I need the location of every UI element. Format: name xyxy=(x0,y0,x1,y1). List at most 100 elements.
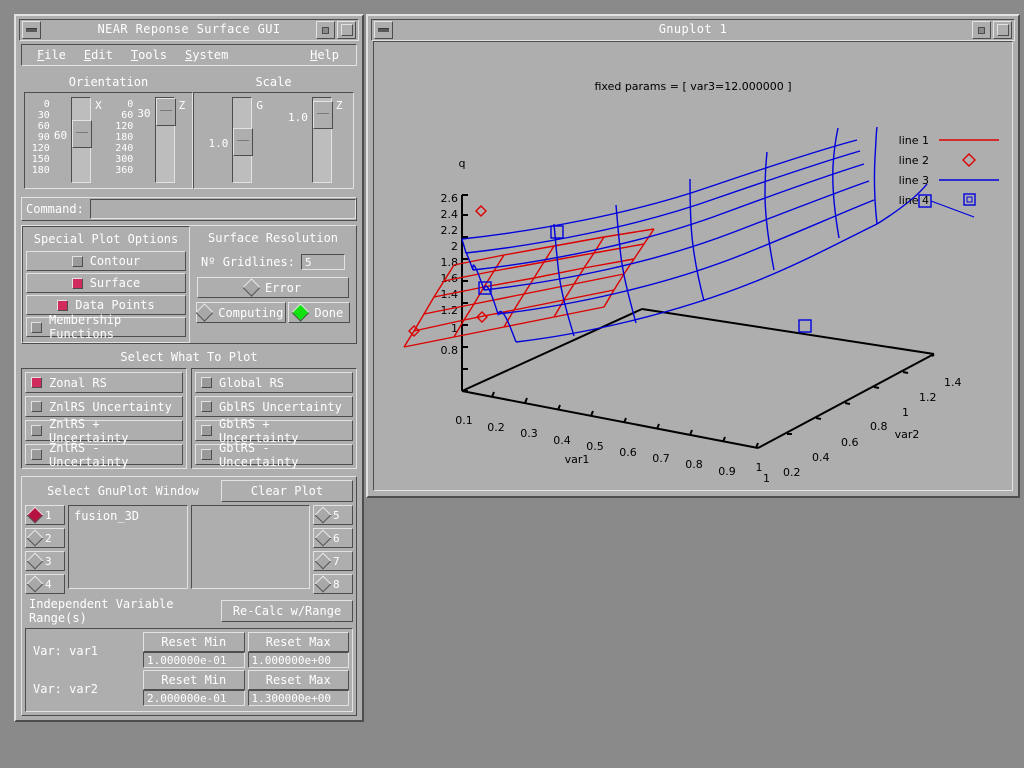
gnuplot-window-list-left[interactable]: fusion_3D xyxy=(68,505,188,589)
scale-z-thumb[interactable] xyxy=(312,101,333,129)
gui-title-bar[interactable]: NEAR Reponse Surface GUI xyxy=(19,19,359,41)
scale-g-track[interactable] xyxy=(232,97,254,183)
gnuplot-window-radio-2[interactable]: 2 xyxy=(25,528,65,548)
command-input[interactable] xyxy=(89,199,356,219)
orientation-z-thumb[interactable] xyxy=(155,98,176,126)
radio-diamond-icon[interactable] xyxy=(314,529,332,547)
orientation-z-track[interactable] xyxy=(154,97,176,183)
radio-diamond-icon[interactable] xyxy=(26,529,44,547)
checkbox-icon[interactable] xyxy=(71,255,83,267)
gnuplot-window-radio-8-label: 8 xyxy=(333,577,340,591)
orientation-z-slider[interactable]: 0 60 120 180 240 300 360 30 Z xyxy=(108,93,191,188)
blue-data-point-markers xyxy=(478,194,932,333)
status-computing[interactable]: Computing xyxy=(195,302,286,323)
var2-max-input[interactable]: 1.300000e+00 xyxy=(247,690,349,706)
menu-edit[interactable]: Edit xyxy=(75,46,122,64)
var2-reset-max-button[interactable]: Reset Max xyxy=(247,670,349,690)
orientation-x-value: 60 xyxy=(53,129,68,142)
checkbox-icon[interactable] xyxy=(57,299,69,311)
option-membership-functions[interactable]: Membership Functions xyxy=(26,313,186,341)
plot-znlrs-uncertainty[interactable]: ZnlRS Uncertainty xyxy=(25,396,183,417)
checkbox-icon[interactable] xyxy=(31,401,42,412)
maximize-icon[interactable] xyxy=(337,21,356,39)
option-data-points-label: Data Points xyxy=(75,298,155,312)
gnuplot-plot-canvas[interactable]: fixed params = [ var3=12.000000 ] 0.8 1 … xyxy=(373,41,1013,491)
radio-diamond-icon[interactable] xyxy=(26,506,44,524)
checkbox-icon[interactable] xyxy=(31,321,42,333)
status-done[interactable]: Done xyxy=(287,302,350,323)
gnuplot-window-radio-4[interactable]: 4 xyxy=(25,574,65,594)
scale-z-axis-label: Z xyxy=(335,99,343,112)
maximize-icon[interactable] xyxy=(993,21,1012,39)
checkbox-icon[interactable] xyxy=(201,401,212,412)
menu-help[interactable]: Help xyxy=(301,46,348,64)
var1-max-input[interactable]: 1.000000e+00 xyxy=(247,652,349,668)
radio-diamond-icon[interactable] xyxy=(314,575,332,593)
var1-reset-max-button[interactable]: Reset Max xyxy=(247,632,349,652)
plot-znlrs-plus-uncertainty[interactable]: ZnlRS + Uncertainty xyxy=(25,417,183,445)
range-variable-names: Var: var1 Var: var2 xyxy=(29,632,143,708)
scale-g-slider[interactable]: 1.0 G xyxy=(194,93,274,188)
checkbox-icon[interactable] xyxy=(201,425,212,436)
var2-reset-min-button[interactable]: Reset Min xyxy=(143,670,245,690)
legend-swatch-line-4-inner xyxy=(966,196,973,203)
checkbox-icon[interactable] xyxy=(201,449,212,460)
x-axis-tick-labels: 0.1 0.2 0.3 0.4 0.5 0.6 0.7 0.8 0.9 1 xyxy=(455,414,762,478)
gnuplot-title-bar[interactable]: Gnuplot 1 xyxy=(371,19,1015,41)
menu-tools[interactable]: Tools xyxy=(122,46,176,64)
svg-text:1.4: 1.4 xyxy=(944,376,962,389)
gnuplot-window-list-right[interactable] xyxy=(190,505,310,589)
menu-file[interactable]: FFileile xyxy=(28,46,75,64)
gui-window-title: NEAR Reponse Surface GUI xyxy=(97,22,281,36)
gnuplot-window-radio-5[interactable]: 5 xyxy=(313,505,353,525)
radio-diamond-icon[interactable] xyxy=(314,506,332,524)
var1-reset-min-button[interactable]: Reset Min xyxy=(143,632,245,652)
orientation-x-track[interactable] xyxy=(71,97,93,183)
radio-diamond-icon[interactable] xyxy=(314,552,332,570)
plot-zonal-rs[interactable]: Zonal RS xyxy=(25,372,183,393)
orientation-x-thumb[interactable] xyxy=(72,120,93,148)
gnuplot-window-radio-7[interactable]: 7 xyxy=(313,551,353,571)
radio-diamond-icon[interactable] xyxy=(26,575,44,593)
radio-diamond-icon[interactable] xyxy=(26,552,44,570)
scale-z-track[interactable] xyxy=(311,97,333,183)
legend-label-line-1: line 1 xyxy=(899,134,929,147)
plot-global-rs[interactable]: Global RS xyxy=(195,372,353,393)
plot-gblrs-minus-uncertainty[interactable]: GblRS - Uncertainty xyxy=(195,441,353,469)
gnuplot-window-radio-7-label: 7 xyxy=(333,554,340,568)
gnuplot-window-radio-1[interactable]: 1 xyxy=(25,505,65,525)
scale-g-thumb[interactable] xyxy=(233,128,254,156)
var2-min-input[interactable]: 2.000000e-01 xyxy=(143,690,245,706)
gnuplot-window-radio-3[interactable]: 3 xyxy=(25,551,65,571)
svg-text:1.2: 1.2 xyxy=(919,391,937,404)
recalc-with-range-button[interactable]: Re-Calc w/Range xyxy=(221,600,353,622)
checkbox-icon[interactable] xyxy=(31,425,42,436)
checkbox-icon[interactable] xyxy=(201,377,212,388)
svg-text:0.9: 0.9 xyxy=(718,465,736,478)
independent-ranges-title: Independent Variable Range(s) xyxy=(29,597,174,625)
status-error[interactable]: Error xyxy=(197,277,349,298)
checkbox-icon[interactable] xyxy=(71,277,83,289)
svg-text:2.6: 2.6 xyxy=(441,192,459,205)
gridlines-input[interactable]: 5 xyxy=(300,254,345,270)
option-contour[interactable]: Contour xyxy=(26,251,186,271)
iconify-icon[interactable] xyxy=(972,21,991,39)
plot-znlrs-minus-uncertainty[interactable]: ZnlRS - Uncertainty xyxy=(25,441,183,469)
plot-gblrs-minus-uncertainty-label: GblRS - Uncertainty xyxy=(219,440,299,469)
svg-text:0.7: 0.7 xyxy=(652,452,670,465)
checkbox-icon[interactable] xyxy=(31,449,42,460)
svg-text:0.8: 0.8 xyxy=(441,344,459,357)
option-surface[interactable]: Surface xyxy=(26,273,186,293)
scale-z-slider[interactable]: 1.0 Z xyxy=(273,93,353,188)
iconify-icon[interactable] xyxy=(316,21,335,39)
gnuplot-window-radio-8[interactable]: 8 xyxy=(313,574,353,594)
plot-gblrs-plus-uncertainty[interactable]: GblRS + Uncertainty xyxy=(195,417,353,445)
menu-system[interactable]: System xyxy=(176,46,237,64)
plot-gblrs-uncertainty[interactable]: GblRS Uncertainty xyxy=(195,396,353,417)
var1-min-input[interactable]: 1.000000e-01 xyxy=(143,652,245,668)
orientation-x-slider[interactable]: 0 30 60 90 120 150 180 60 X xyxy=(25,93,108,188)
gnuplot-window-radio-6[interactable]: 6 xyxy=(313,528,353,548)
clear-plot-button[interactable]: Clear Plot xyxy=(221,480,353,502)
checkbox-icon[interactable] xyxy=(31,377,42,388)
option-data-points[interactable]: Data Points xyxy=(26,295,186,315)
